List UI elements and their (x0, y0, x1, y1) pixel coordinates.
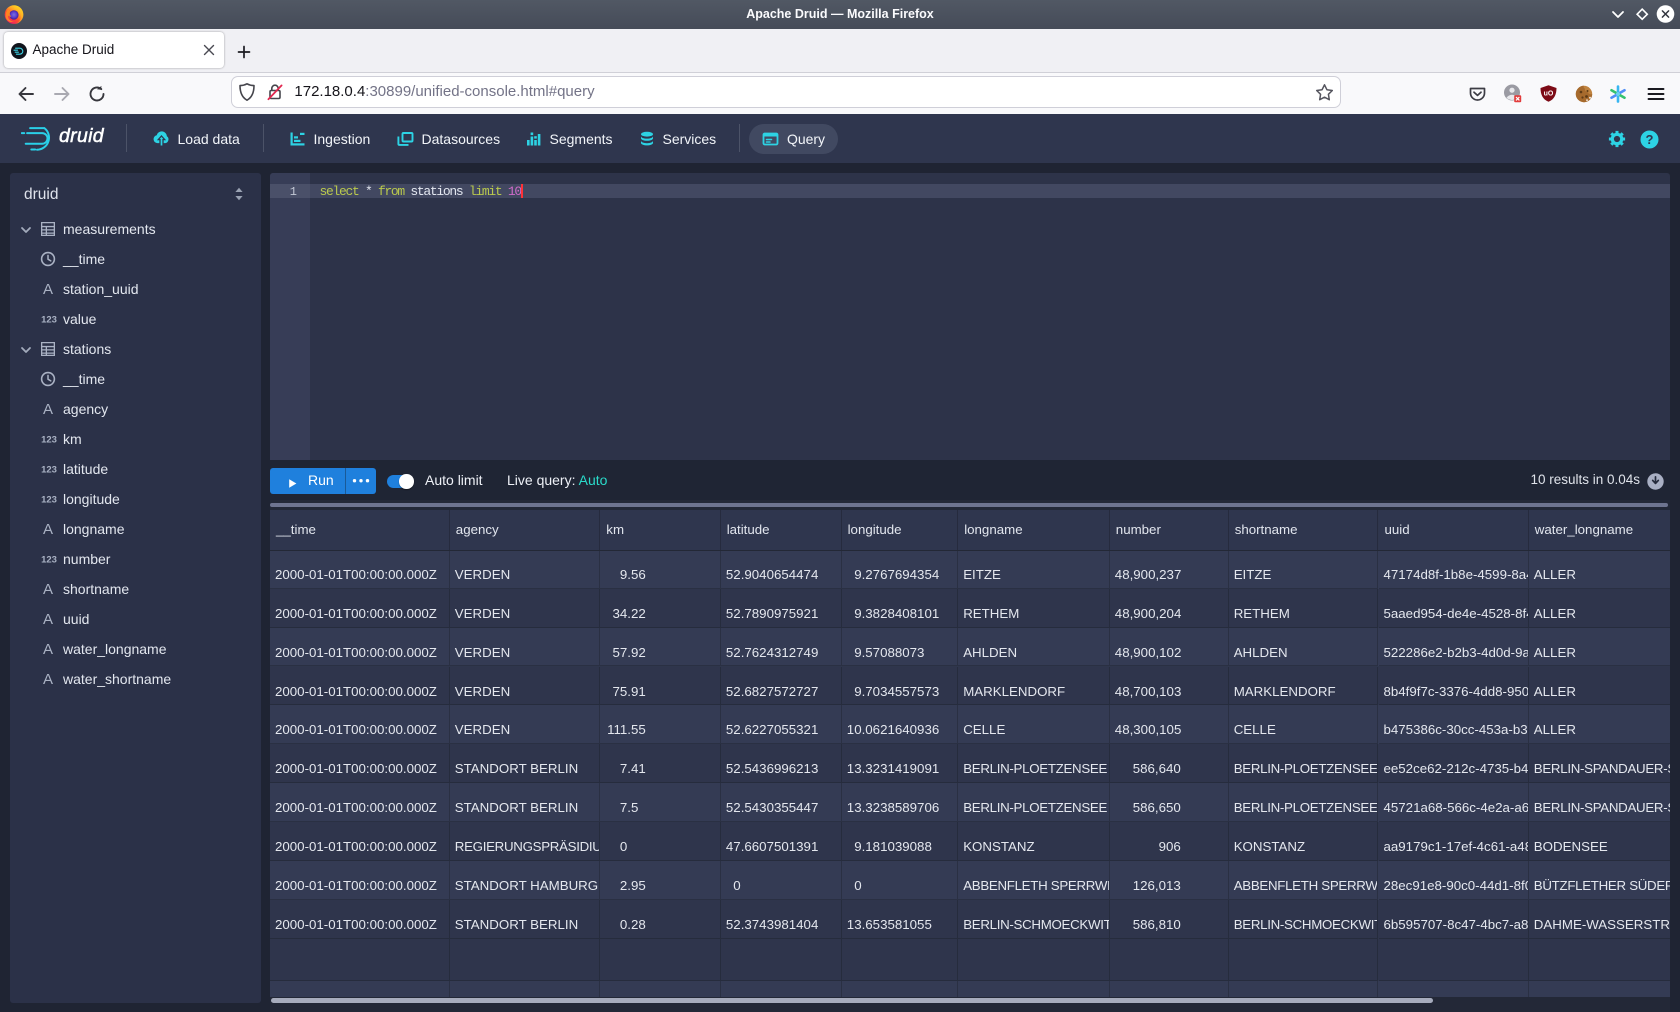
svg-text:?: ? (1646, 131, 1654, 146)
svg-text:uO: uO (1544, 91, 1554, 98)
svg-text:A: A (43, 281, 53, 297)
svg-text:A: A (43, 521, 53, 537)
svg-text:123: 123 (41, 495, 57, 506)
svg-text:A: A (43, 641, 53, 657)
svg-text:123: 123 (41, 465, 57, 476)
svg-text:A: A (43, 611, 53, 627)
svg-text:A: A (43, 581, 53, 597)
svg-text:A: A (43, 401, 53, 417)
svg-text:123: 123 (41, 435, 57, 446)
svg-text:123: 123 (41, 315, 57, 326)
svg-text:A: A (43, 671, 53, 687)
svg-text:123: 123 (41, 555, 57, 566)
